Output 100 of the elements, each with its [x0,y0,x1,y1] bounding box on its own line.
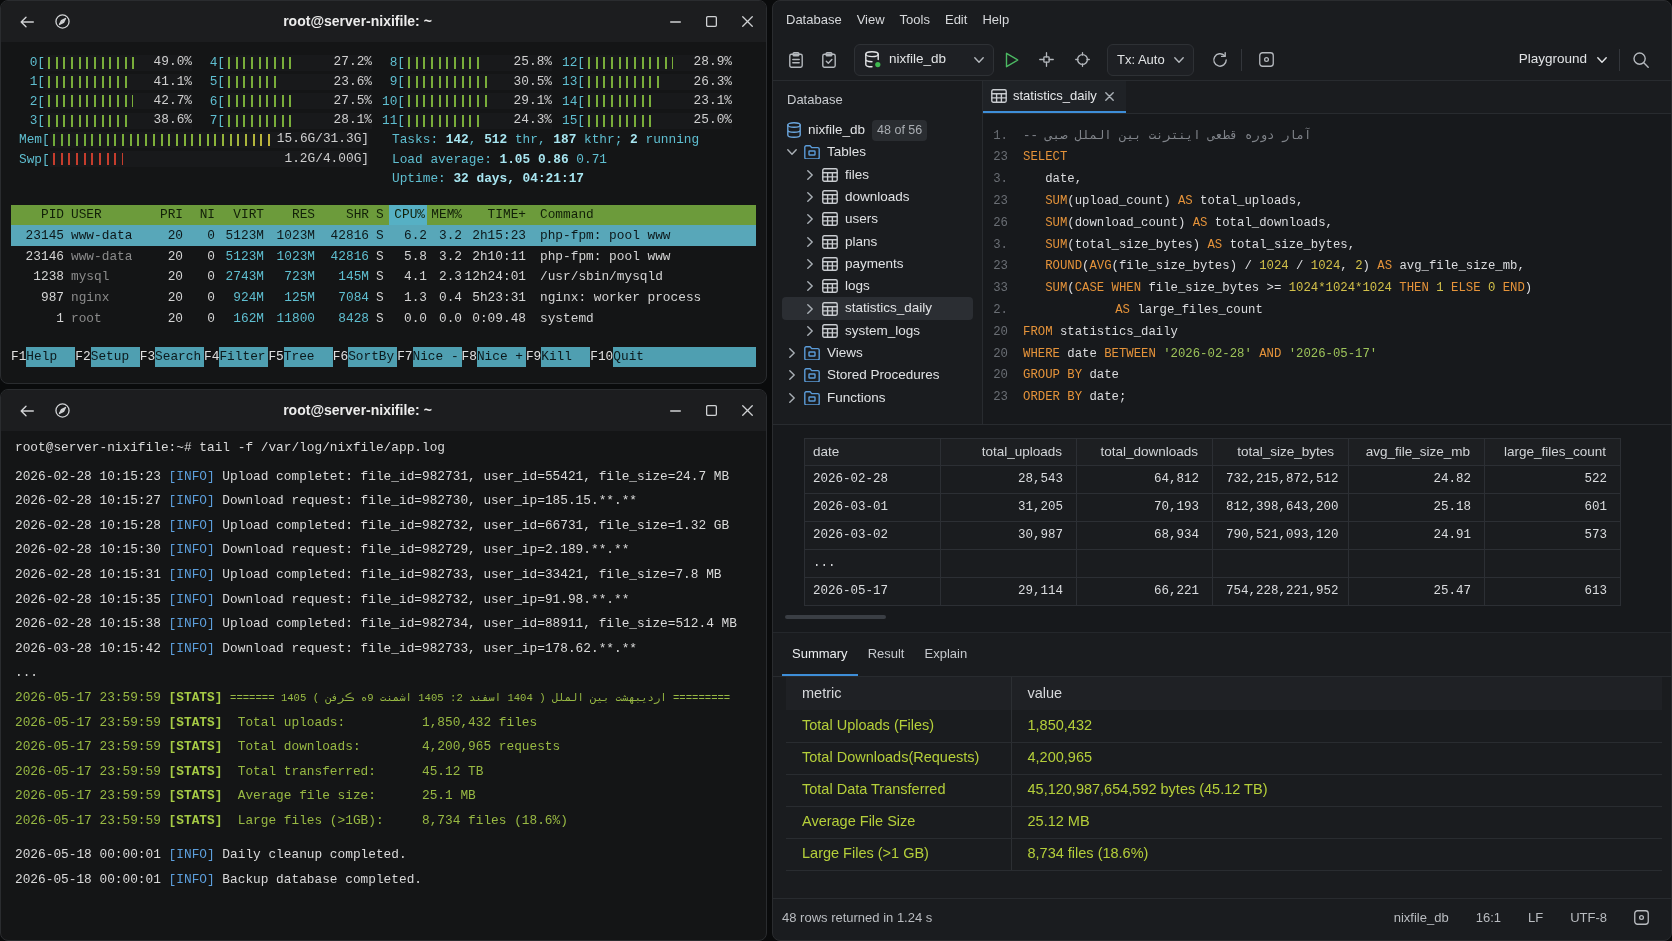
back-arrow-icon[interactable] [20,15,34,28]
tree-item[interactable]: users [782,208,973,231]
column-header[interactable]: avg_file_size_mb [1348,438,1485,466]
process-row[interactable]: 1 root 20 0 162M 11800 8428 S 0.0 0.0 0:09.48 systemd [11,307,756,329]
scrollbar-thumb[interactable] [785,615,886,619]
tree-item[interactable]: payments [782,252,973,276]
compass-icon[interactable] [55,403,70,418]
menu-item[interactable]: Tools [899,10,930,30]
function-key-label[interactable]: Filter [219,346,269,367]
minimize-icon[interactable] [670,20,681,23]
process-row[interactable]: 987 nginx 20 0 924M 125M 7084 S 1.3 0.4 5h23:31 nginx: worker process [11,287,756,308]
chevron-right-icon[interactable] [789,348,795,359]
log-line: 2026-02-28 10:15:35 [INFO] Download request: file_id=982732, user_ip=91.98.**.** [15,590,630,609]
tree-item[interactable]: plans [782,230,973,253]
transaction-dropdown[interactable]: Tx: Auto [1107,43,1194,76]
maximize-icon[interactable] [706,16,717,27]
chevron-right-icon[interactable] [807,258,813,269]
tree-item[interactable]: system_logs [782,319,973,342]
compass-icon[interactable] [55,14,70,29]
status-item[interactable]: nixfile_db [1393,907,1449,928]
refresh-icon[interactable] [1211,51,1228,68]
tree-item[interactable]: files [782,163,973,186]
cpu-percent: 49.0% [153,56,192,70]
chevron-right-icon[interactable] [807,214,813,225]
chevron-right-icon[interactable] [789,392,795,403]
chevron-right-icon[interactable] [807,281,813,292]
line-number: 26 [993,214,1008,232]
table-cell-text: 42816 [330,247,369,266]
column-header: Command [540,206,594,225]
close-icon[interactable] [1104,91,1114,101]
function-key-label[interactable]: Kill [541,346,591,367]
chevron-right-icon[interactable] [807,236,813,247]
chevron-down-icon[interactable] [787,149,797,156]
crosshair-icon[interactable] [1039,52,1054,67]
process-row[interactable]: 1238 mysql 20 0 2743M 723M 145M S 4.1 2.3 12h24:01 /usr/sbin/mysqld [11,266,756,288]
function-key-label[interactable]: Search [155,346,205,367]
code-line: ROUND(AVG(file_size_bytes) / 1024 / 1024, 2) AS avg_file_size_mb, [1045,258,1525,276]
function-key-label[interactable]: Tree [283,346,333,367]
table-cell: 812,398,643,200 [1212,493,1349,522]
tree-item[interactable]: Functions [782,386,973,409]
status-item[interactable]: LF [1528,907,1544,928]
target-icon[interactable] [1075,52,1090,67]
editor-tab[interactable]: statistics_daily [983,81,1126,113]
table-cell-text: 42816 [330,226,369,245]
column-header: TIME+ [487,206,526,225]
tree-item[interactable]: nixfile_db 48 of 56 [782,119,973,142]
column-header[interactable]: date [804,438,941,466]
function-key-label[interactable]: Help [26,346,76,367]
swap-label: Swp[ [19,150,50,169]
close-icon[interactable] [742,405,753,416]
function-key-label[interactable]: Setup [90,346,140,367]
table-cell: 66,221 [1076,577,1213,606]
cpu-percent: 42.7% [153,94,192,108]
function-key-label[interactable]: Nice - [412,346,462,367]
database-selector[interactable]: nixfile_db [854,43,994,76]
maximize-icon[interactable] [706,405,717,416]
process-row[interactable]: 23146 www-data 20 0 5123M 1023M 42816 S 5.8 3.2 2h10:11 php-fpm: pool www [11,245,756,267]
column-header[interactable]: total_uploads [940,438,1077,466]
process-row[interactable]: 23145 www-data 20 0 5123M 1023M 42816 S 6.2 3.2 2h15:23 php-fpm: pool www [11,225,756,246]
table-cell-text: php-fpm: pool www [540,226,671,245]
code-line: SUM(total_size_bytes) AS total_size_bytes, [1045,236,1356,254]
function-key-label[interactable]: SortBy [348,346,398,367]
chevron-right-icon[interactable] [807,169,813,180]
back-arrow-icon[interactable] [20,404,34,417]
tab[interactable]: Result [857,633,915,676]
minimize-icon[interactable] [670,409,681,412]
search-icon[interactable] [1633,51,1649,68]
column-header[interactable]: total_downloads [1076,438,1213,466]
clipboard-check-icon[interactable] [822,51,836,68]
function-key-label[interactable]: Nice + [476,346,526,367]
menu-item[interactable]: Database [786,10,842,30]
menu-item[interactable]: Edit [944,10,968,30]
chevron-right-icon[interactable] [807,325,813,336]
code-line: AS large_files_count [1115,302,1263,320]
tree-item[interactable]: Views [782,341,973,365]
tree-item[interactable]: Tables [782,141,973,164]
chevron-right-icon[interactable] [789,370,795,381]
play-icon[interactable] [1005,51,1019,68]
function-key-label[interactable]: Quit [613,346,756,367]
chevron-right-icon[interactable] [807,192,813,203]
chevron-right-icon[interactable] [807,303,813,314]
clipboard-list-icon[interactable] [789,51,803,68]
workspace-dropdown[interactable]: Playground [1518,49,1607,70]
function-key: F6 [332,346,349,367]
table-cell-text: 723M [284,268,315,287]
table-cell: Average File Size [786,806,1011,838]
menu-item[interactable]: View [856,10,885,30]
menu-item[interactable]: Help [982,10,1010,30]
column-header[interactable]: total_size_bytes [1212,438,1349,466]
status-item[interactable]: UTF-8 [1570,907,1607,928]
column-header[interactable]: large_files_count [1484,438,1621,466]
close-icon[interactable] [742,16,753,27]
tree-item[interactable]: downloads [782,185,973,209]
tree-item[interactable]: statistics_daily [782,297,973,320]
tree-item[interactable]: logs [782,275,973,298]
cpu-percent: 23.1% [693,94,732,108]
tab[interactable]: Explain [914,633,978,676]
table-cell-text: 1023M [276,247,315,266]
status-item[interactable]: 16:1 [1475,907,1501,928]
tree-item[interactable]: Stored Procedures [782,364,973,387]
